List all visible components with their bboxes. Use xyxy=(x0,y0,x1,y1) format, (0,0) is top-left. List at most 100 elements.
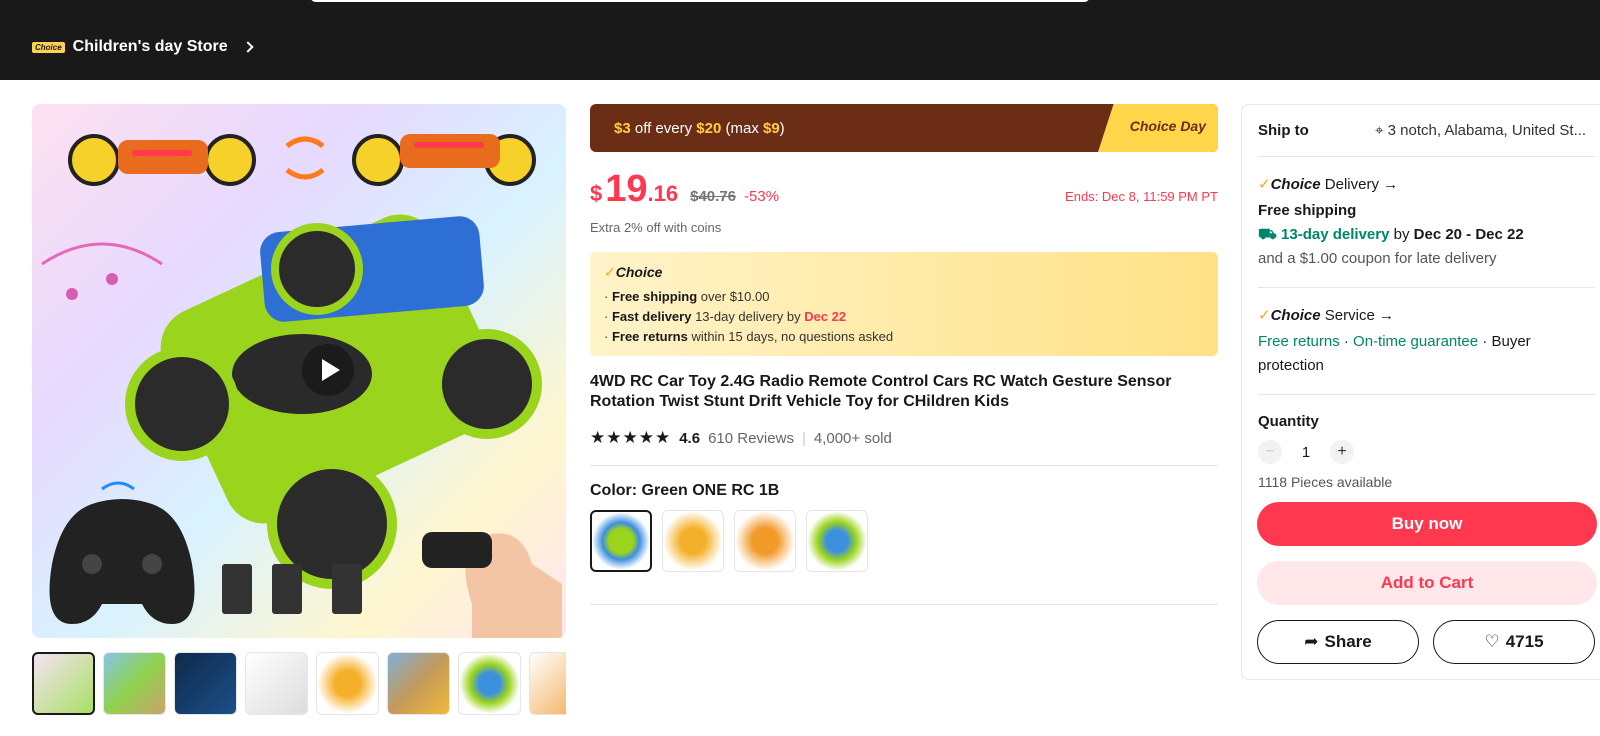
discount-percent: -53% xyxy=(744,188,780,205)
thumbnail-6[interactable] xyxy=(387,652,450,715)
product-title: 4WD RC Car Toy 2.4G Radio Remote Control… xyxy=(590,373,1172,410)
sold-count: 4,000+ sold xyxy=(813,429,892,447)
rotate-arrows-illustration xyxy=(285,136,325,180)
truck-icon: ⛟ xyxy=(1258,226,1282,243)
arrow-right-icon: → xyxy=(1383,176,1399,193)
delivery-label: Delivery xyxy=(1324,176,1379,193)
sale-ends: Ends: Dec 8, 11:59 PM PT xyxy=(1065,189,1218,204)
free-returns: Free returns xyxy=(1258,333,1340,350)
color-label: Color: Green ONE RC 1B xyxy=(590,482,780,499)
original-price: $40.76 xyxy=(690,188,737,205)
product-illustration xyxy=(41,134,562,638)
promo-threshold: $20 xyxy=(696,119,722,137)
promo-banner[interactable]: $3 off every $20 (max $9) Choice Day xyxy=(590,104,1218,152)
price-decimal: .16 xyxy=(647,181,679,206)
quantity-value[interactable]: 1 xyxy=(1296,444,1316,461)
choice-delivery-link[interactable]: ✓Choice Delivery → xyxy=(1258,175,1595,193)
reviews-link[interactable]: 610 Reviews xyxy=(708,430,794,447)
benefit-label: Free returns xyxy=(611,329,688,344)
swatch-green[interactable] xyxy=(590,510,652,572)
chevron-right-icon[interactable] xyxy=(241,41,254,53)
car-top-left-illustration xyxy=(68,134,256,186)
quantity-plus-button[interactable]: + xyxy=(1330,440,1354,464)
service-brand: Choice xyxy=(1270,307,1321,324)
choice-benefits-box[interactable]: ✓Choice · Free shipping over $10.00 · Fa… xyxy=(590,252,1218,356)
benefit-detail: 13-day delivery by xyxy=(691,309,805,324)
benefit-detail: within 15 days, no questions asked xyxy=(687,329,894,344)
car-top-right-illustration xyxy=(352,134,536,186)
choice-badge: Choice xyxy=(32,41,65,53)
delivery-section: ✓Choice Delivery → Free shipping ⛟ 13-da… xyxy=(1258,157,1595,288)
swatch-orange-watch[interactable] xyxy=(734,510,796,572)
check-icon: ✓ xyxy=(1258,176,1271,193)
rating-row: ★★★★★ 4.6 610 Reviews | 4,000+ sold xyxy=(590,428,892,448)
thumbnail-2[interactable] xyxy=(103,652,166,715)
coins-note: Extra 2% off with coins xyxy=(590,220,722,235)
hand-watch-illustration xyxy=(422,532,562,638)
arrow-right-icon: → xyxy=(1378,307,1394,324)
share-button[interactable]: ➦ Share xyxy=(1257,620,1419,664)
choice-service-link[interactable]: ✓Choice Service → xyxy=(1258,306,1595,324)
thumbnail-8[interactable] xyxy=(529,652,566,715)
rating-score: 4.6 xyxy=(679,429,701,447)
thumbnail-strip xyxy=(32,652,566,716)
swatch-green-watch[interactable] xyxy=(806,510,868,572)
color-swatches xyxy=(590,510,868,572)
benefit-label: Free shipping xyxy=(611,289,698,304)
dot: · xyxy=(1339,333,1354,350)
thumbnail-7[interactable] xyxy=(458,652,521,715)
choice-title-text: Choice xyxy=(615,264,663,280)
location-pin-icon: ⌖ xyxy=(1375,122,1388,139)
quantity-minus-button[interactable]: − xyxy=(1258,440,1282,464)
batteries-illustration xyxy=(222,564,362,614)
promo-amount: $3 xyxy=(614,119,631,137)
search-bar[interactable] xyxy=(310,0,1090,2)
remote-controller-illustration xyxy=(49,481,195,624)
coupon-note: and a $1.00 coupon for late delivery xyxy=(1258,250,1497,267)
thumbnail-1[interactable] xyxy=(32,652,95,715)
quantity-section: Quantity − 1 + 1118 Pieces available xyxy=(1258,395,1595,506)
divider xyxy=(590,604,1218,605)
promo-text: off every xyxy=(630,119,697,137)
service-section: ✓Choice Service → Free returns · On-time… xyxy=(1258,288,1595,395)
swatch-orange[interactable] xyxy=(662,510,724,572)
delivery-range: Dec 20 - Dec 22 xyxy=(1413,226,1524,243)
store-name[interactable]: Children's day Store xyxy=(73,38,228,56)
ontime-guarantee: On-time guarantee xyxy=(1353,333,1479,350)
wishlist-count: 4715 xyxy=(1505,632,1544,651)
divider xyxy=(590,465,1218,466)
delivery-days: 13-day delivery xyxy=(1281,226,1390,243)
benefit-free-shipping: · Free shipping over $10.00 xyxy=(604,289,770,304)
main-product-image[interactable] xyxy=(32,104,566,638)
benefit-date: Dec 22 xyxy=(804,309,847,324)
buy-now-button[interactable]: Buy now xyxy=(1257,502,1597,546)
price-integer: 19 xyxy=(605,168,648,210)
top-bar: Choice Children's day Store xyxy=(0,0,1600,80)
thumbnail-5[interactable] xyxy=(316,652,379,715)
store-link[interactable]: Choice Children's day Store xyxy=(32,38,254,56)
ship-to-row[interactable]: Ship to ⌖ 3 notch, Alabama, United St... xyxy=(1258,105,1595,157)
thumbnail-4[interactable] xyxy=(245,652,308,715)
promo-max-suffix: ) xyxy=(779,119,785,137)
service-label: Service xyxy=(1324,307,1375,324)
choice-day-tag: Choice Day xyxy=(1129,118,1206,134)
wishlist-button[interactable]: ♡ 4715 xyxy=(1433,620,1595,664)
share-icon: ➦ xyxy=(1304,632,1319,651)
delivery-estimate: ⛟ 13-day delivery by Dec 20 - Dec 22 xyxy=(1258,223,1595,247)
ship-to-label: Ship to xyxy=(1258,122,1309,139)
choice-title: ✓Choice xyxy=(604,264,1204,281)
quantity-stepper: − 1 + xyxy=(1258,440,1595,464)
pieces-available: 1118 Pieces available xyxy=(1258,474,1393,490)
delivery-by: by xyxy=(1389,226,1414,243)
heart-icon: ♡ xyxy=(1484,632,1500,651)
rating-separator: | xyxy=(801,429,806,447)
delivery-brand: Choice xyxy=(1270,176,1321,193)
play-video-button[interactable] xyxy=(302,344,354,396)
ship-to-address[interactable]: ⌖ 3 notch, Alabama, United St... xyxy=(1375,122,1595,139)
thumbnail-3[interactable] xyxy=(174,652,237,715)
promo-max-prefix: (max xyxy=(721,119,763,137)
add-to-cart-button[interactable]: Add to Cart xyxy=(1257,561,1597,605)
benefit-label: Fast delivery xyxy=(611,309,692,324)
promo-max: $9 xyxy=(762,119,780,137)
share-label: Share xyxy=(1324,632,1372,651)
